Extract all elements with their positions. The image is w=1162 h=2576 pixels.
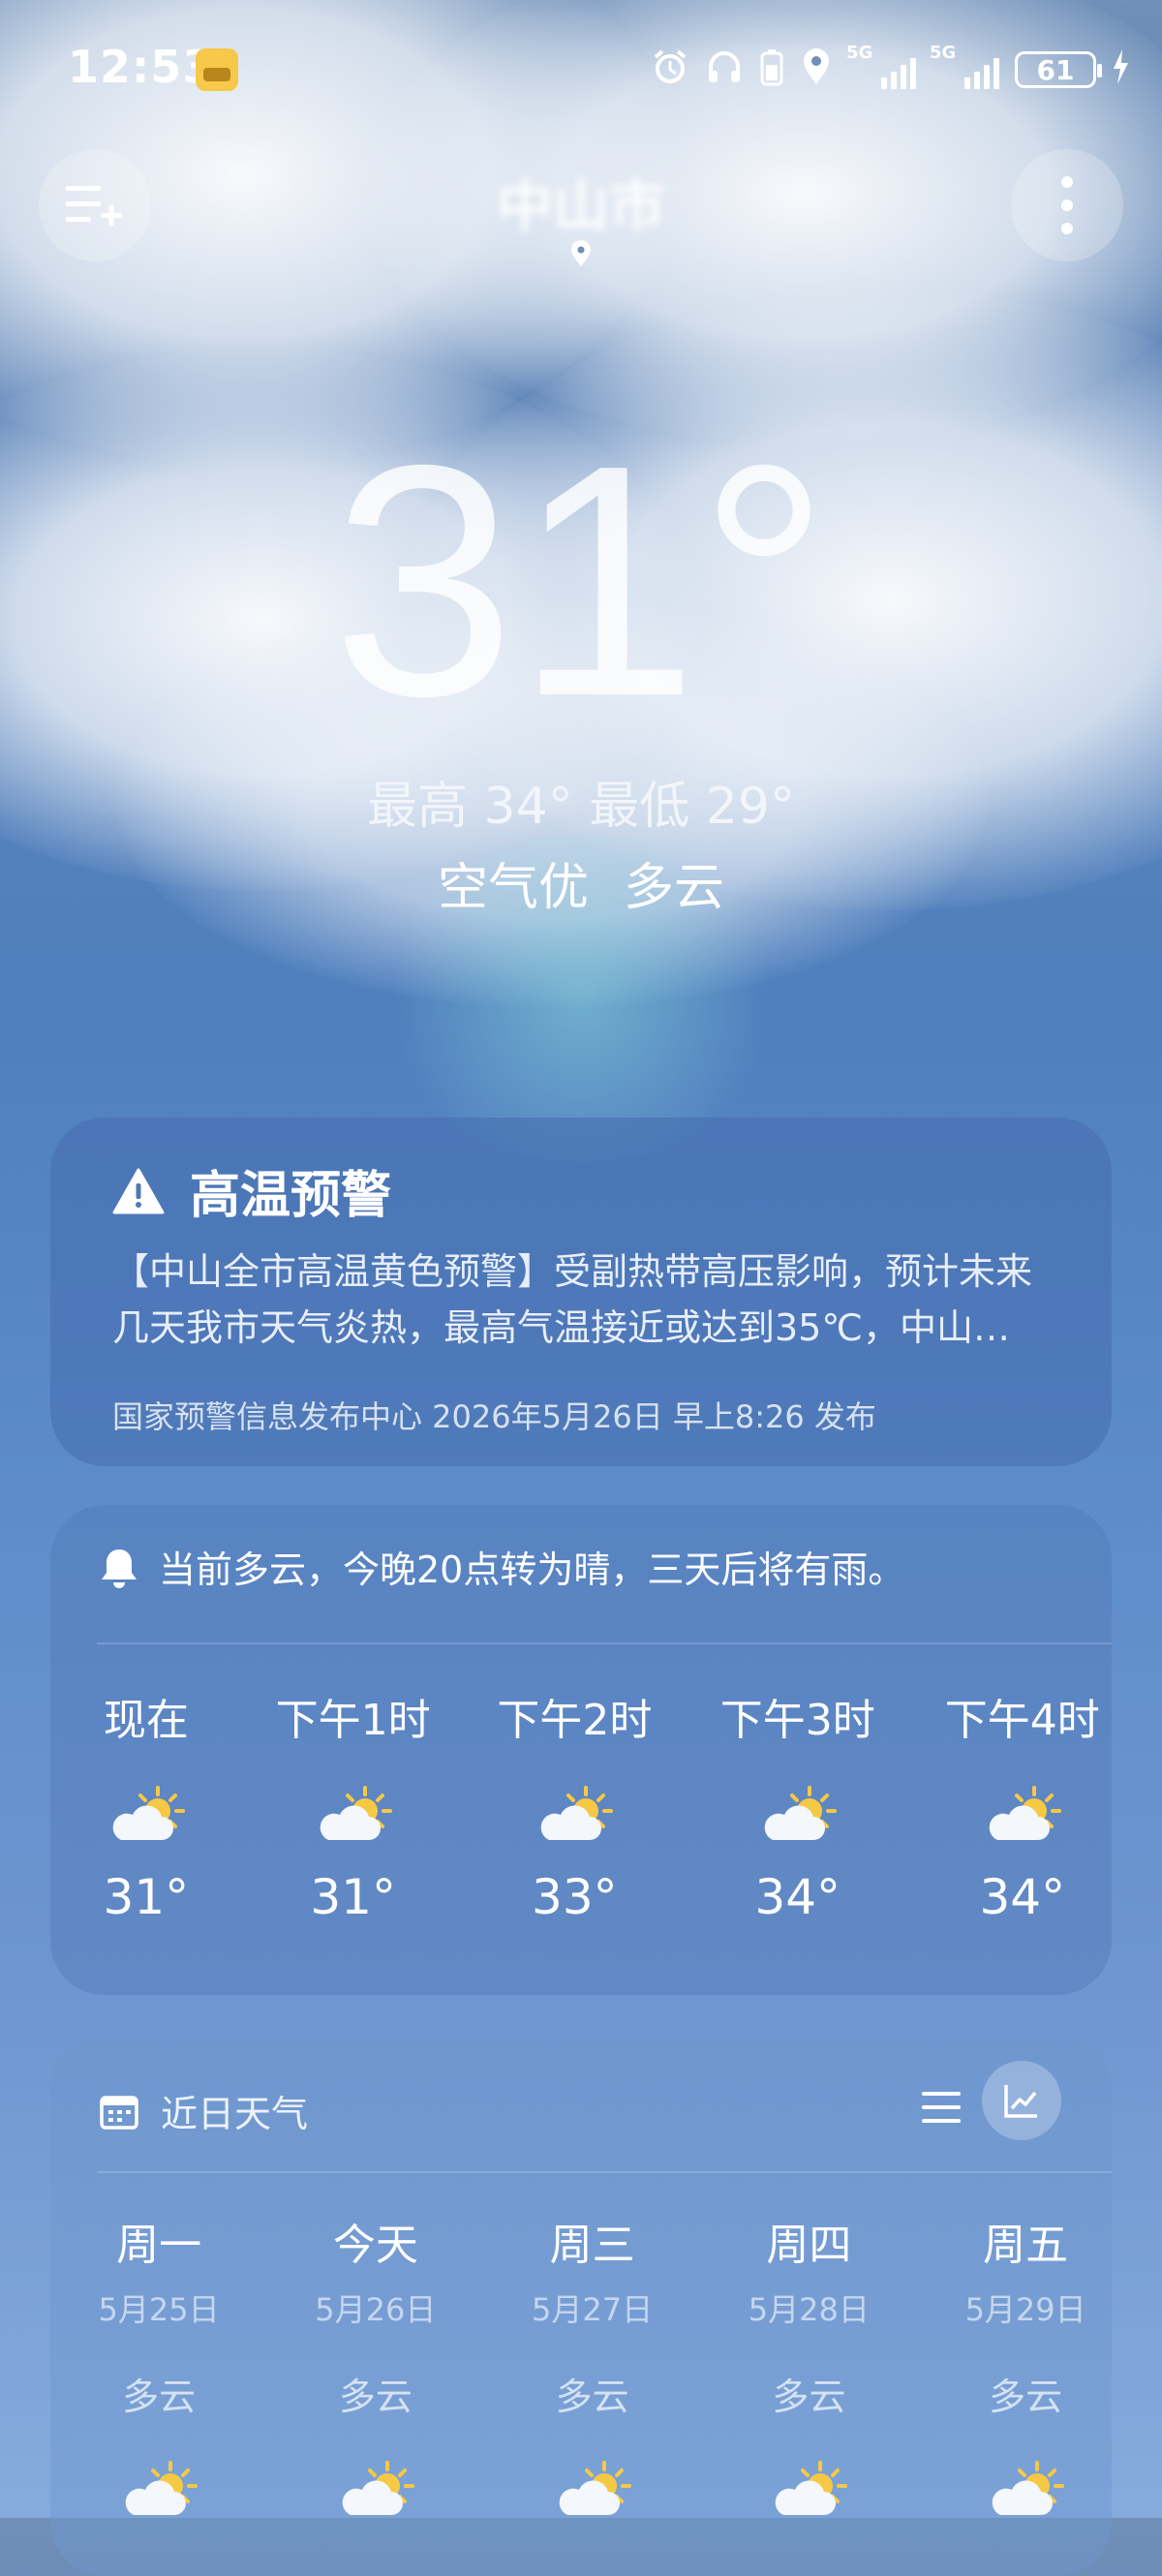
day-name: 周一 (116, 2221, 202, 2270)
air-quality-label[interactable]: 空气优 (438, 859, 589, 917)
daily-item[interactable]: 周四 5月28日 多云 (712, 2210, 905, 2523)
warning-title: 高温预警 (190, 1167, 392, 1225)
location-icon (800, 47, 833, 92)
notification-app-icon (196, 48, 238, 91)
headphones-icon (705, 47, 744, 92)
heat-warning-card[interactable]: 高温预警 【中山全市高温黄色预警】受副热带高压影响，预计未来几天我市天气炎热，最… (50, 1118, 1112, 1466)
divider (97, 2171, 1112, 2173)
signal-5g-secondary-icon: 5G (930, 43, 999, 89)
partly-cloudy-icon (313, 1784, 394, 1848)
partly-cloudy-icon (552, 2459, 633, 2523)
hour-label: 现在 (103, 1696, 189, 1745)
high-low-temperature: 最高 34° 最低 29° (367, 778, 795, 836)
hour-label: 下午4时 (944, 1696, 1100, 1745)
partly-cloudy-icon (118, 2459, 199, 2523)
device-battery-icon (759, 47, 784, 92)
day-name: 周四 (766, 2221, 852, 2270)
city-name[interactable]: 中山市 (0, 161, 1162, 242)
charging-icon (1112, 47, 1129, 92)
daily-item[interactable]: 周一 5月25日 多云 (62, 2210, 256, 2523)
hourly-item: 现在 31° (40, 1685, 253, 1925)
hour-temperature: 31° (310, 1869, 396, 1925)
forecast-notice: 当前多云，今晚20点转为晴，三天后将有雨。 (159, 1549, 905, 1591)
day-condition: 多云 (772, 2376, 846, 2418)
partly-cloudy-icon (768, 2459, 849, 2523)
hour-temperature: 33° (532, 1869, 618, 1925)
warning-body: 【中山全市高温黄色预警】受副热带高压影响，预计未来几天我市天气炎热，最高气温接近… (112, 1250, 1033, 1349)
day-name: 周三 (549, 2221, 635, 2270)
day-date: 5月29日 (964, 2291, 1086, 2328)
partly-cloudy-icon (534, 1784, 615, 1848)
signal-5g-icon: 5G (846, 43, 916, 89)
hourly-item: 下午3时 34° (691, 1685, 904, 1925)
day-condition: 多云 (555, 2376, 629, 2418)
hour-temperature: 34° (754, 1869, 841, 1925)
current-conditions: 空气优 多云 (0, 846, 1162, 919)
daily-item[interactable]: 今天 5月26日 多云 (279, 2210, 473, 2523)
partly-cloudy-icon (982, 1784, 1063, 1848)
daily-item[interactable]: 周五 5月29日 多云 (929, 2210, 1122, 2523)
warning-source: 国家预警信息发布中心 2026年5月26日 早上8:26 发布 (112, 1398, 876, 1435)
day-date: 5月26日 (315, 2291, 437, 2328)
calendar-icon (100, 2095, 138, 2130)
day-condition: 多云 (989, 2376, 1063, 2418)
hourly-forecast-card: 当前多云，今晚20点转为晴，三天后将有雨。 现在 31° 下午1时 31° 下午… (50, 1505, 1112, 1995)
daily-title: 近日天气 (161, 2093, 309, 2135)
current-temperature: 31° (331, 397, 831, 765)
daily-forecast-card: 近日天气 周一 5月25日 多云 今天 5月26日 多云 周三 5月27日 多云… (50, 2034, 1112, 2576)
partly-cloudy-icon (757, 1784, 839, 1848)
day-condition: 多云 (122, 2376, 197, 2418)
day-name: 周五 (983, 2221, 1069, 2270)
hourly-list[interactable]: 现在 31° 下午1时 31° 下午2时 33° 下午3时 34° 下午4时 3… (50, 1685, 1112, 1976)
chart-view-toggle[interactable] (982, 2061, 1061, 2140)
divider (97, 1642, 1112, 1644)
status-bar: 12:53 5G 5G 61 (0, 0, 1162, 136)
hourly-item: 下午4时 34° (916, 1685, 1129, 1925)
hour-label: 下午2时 (497, 1696, 653, 1745)
hour-label: 下午3时 (719, 1696, 875, 1745)
day-name: 今天 (332, 2221, 418, 2270)
day-date: 5月25日 (98, 2291, 220, 2328)
hour-temperature: 34° (979, 1869, 1066, 1925)
battery-indicator: 61 (1015, 51, 1102, 88)
day-date: 5月27日 (532, 2291, 654, 2328)
location-pin-icon (571, 240, 591, 266)
day-date: 5月28日 (748, 2291, 870, 2328)
status-time: 12:53 (68, 41, 215, 93)
bell-icon (102, 1549, 137, 1588)
alarm-icon (651, 47, 689, 92)
hour-temperature: 31° (103, 1869, 190, 1925)
hour-label: 下午1时 (275, 1696, 431, 1745)
list-view-toggle[interactable] (916, 2082, 966, 2132)
partly-cloudy-icon (335, 2459, 416, 2523)
day-condition: 多云 (338, 2376, 413, 2418)
warning-triangle-icon (112, 1168, 165, 1213)
weather-condition-label: 多云 (624, 859, 725, 917)
partly-cloudy-icon (106, 1784, 187, 1848)
list-icon (922, 2092, 961, 2123)
line-chart-icon (1004, 2085, 1037, 2118)
hourly-item: 下午1时 31° (247, 1685, 460, 1925)
partly-cloudy-icon (985, 2459, 1066, 2523)
daily-item[interactable]: 周三 5月27日 多云 (496, 2210, 689, 2523)
hourly-item: 下午2时 33° (468, 1685, 681, 1925)
